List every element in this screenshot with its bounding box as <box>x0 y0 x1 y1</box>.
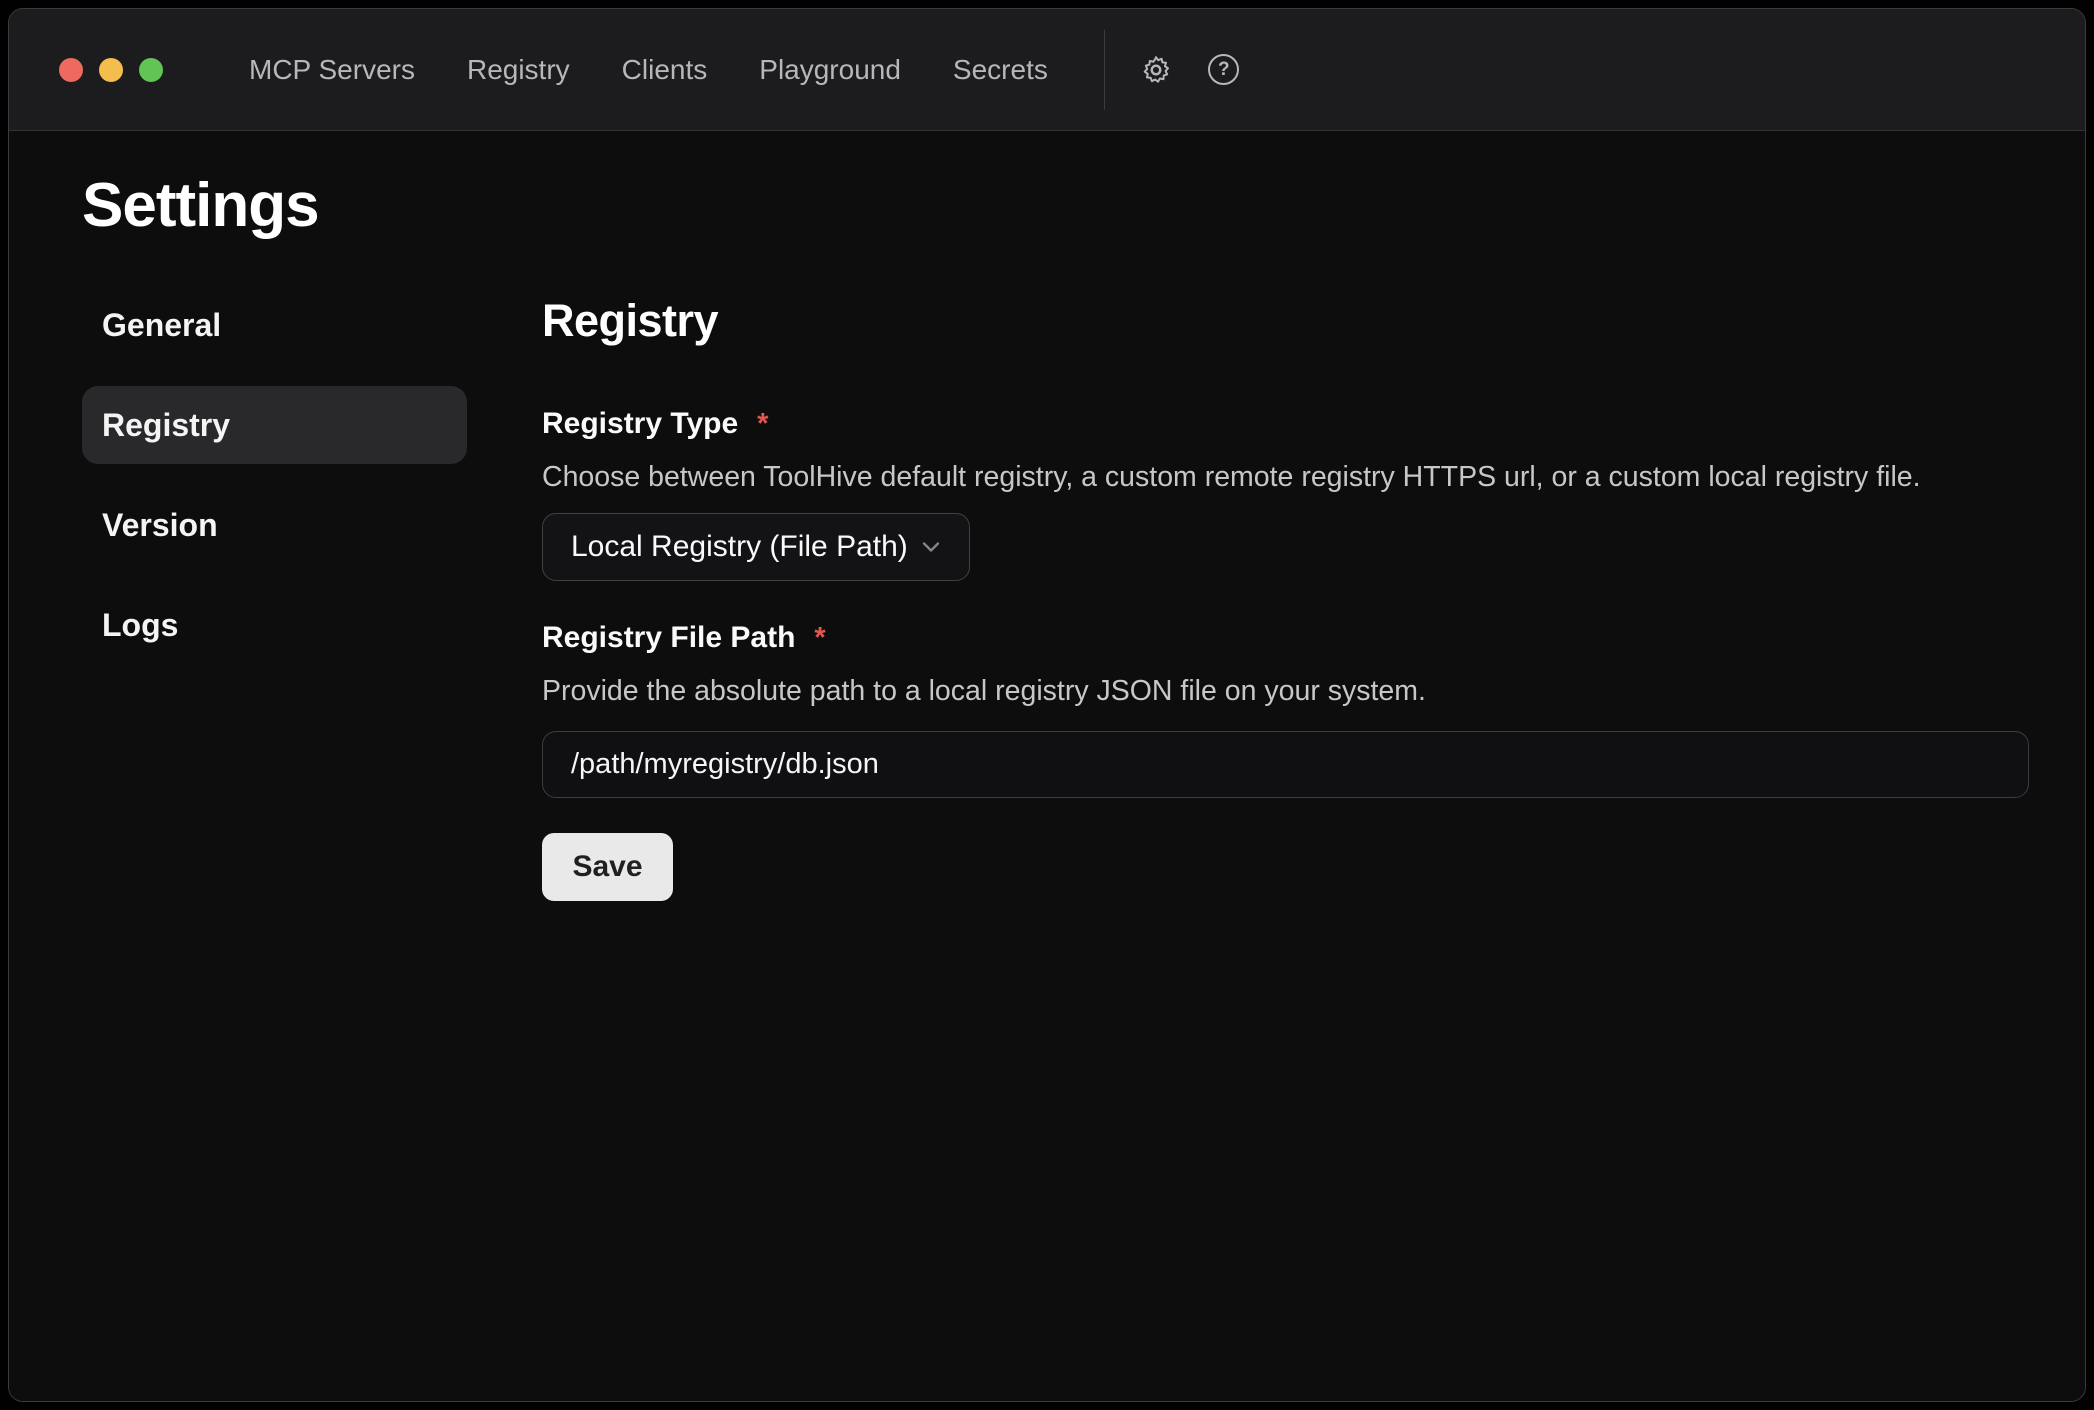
app-window: MCP Servers Registry Clients Playground … <box>8 8 2086 1402</box>
page-title: Settings <box>82 169 2085 242</box>
panel-heading: Registry <box>542 298 2029 343</box>
settings-sidebar: General Registry Version Logs <box>82 286 467 900</box>
help-icon: ? <box>1218 59 1230 81</box>
registry-file-path-label: Registry File Path <box>542 621 795 655</box>
nav-item-playground[interactable]: Playground <box>759 54 901 86</box>
registry-settings-panel: Registry Registry Type * Choose between … <box>542 286 2029 900</box>
registry-type-selected-value: Local Registry (File Path) <box>571 530 908 564</box>
settings-gear-button[interactable] <box>1139 53 1173 87</box>
chevron-down-icon <box>917 533 945 561</box>
zoom-window-button[interactable] <box>139 58 163 82</box>
sidebar-item-version[interactable]: Version <box>82 486 467 564</box>
settings-page: Settings General Registry Version Logs R… <box>9 131 2085 1401</box>
required-asterisk: * <box>757 408 768 441</box>
minimize-window-button[interactable] <box>99 58 123 82</box>
required-asterisk: * <box>814 622 825 655</box>
nav-item-secrets[interactable]: Secrets <box>953 54 1048 86</box>
titlebar: MCP Servers Registry Clients Playground … <box>9 9 2085 131</box>
help-button[interactable]: ? <box>1207 53 1241 87</box>
save-button[interactable]: Save <box>542 833 673 901</box>
top-navigation: MCP Servers Registry Clients Playground … <box>249 54 1048 86</box>
registry-type-label: Registry Type <box>542 407 738 441</box>
registry-type-description: Choose between ToolHive default registry… <box>542 460 2029 494</box>
titlebar-divider <box>1104 30 1105 110</box>
sidebar-item-registry[interactable]: Registry <box>82 386 467 464</box>
registry-file-path-description: Provide the absolute path to a local reg… <box>542 674 2029 708</box>
sidebar-item-logs[interactable]: Logs <box>82 586 467 664</box>
registry-type-select[interactable]: Local Registry (File Path) <box>542 513 970 581</box>
registry-file-path-input[interactable] <box>542 731 2029 798</box>
traffic-lights <box>59 58 163 82</box>
sidebar-item-general[interactable]: General <box>82 286 467 364</box>
registry-file-path-label-row: Registry File Path * <box>542 621 2029 655</box>
gear-icon <box>1140 54 1172 86</box>
nav-item-clients[interactable]: Clients <box>622 54 708 86</box>
close-window-button[interactable] <box>59 58 83 82</box>
nav-item-registry[interactable]: Registry <box>467 54 570 86</box>
registry-type-label-row: Registry Type * <box>542 407 2029 441</box>
nav-item-mcp-servers[interactable]: MCP Servers <box>249 54 415 86</box>
